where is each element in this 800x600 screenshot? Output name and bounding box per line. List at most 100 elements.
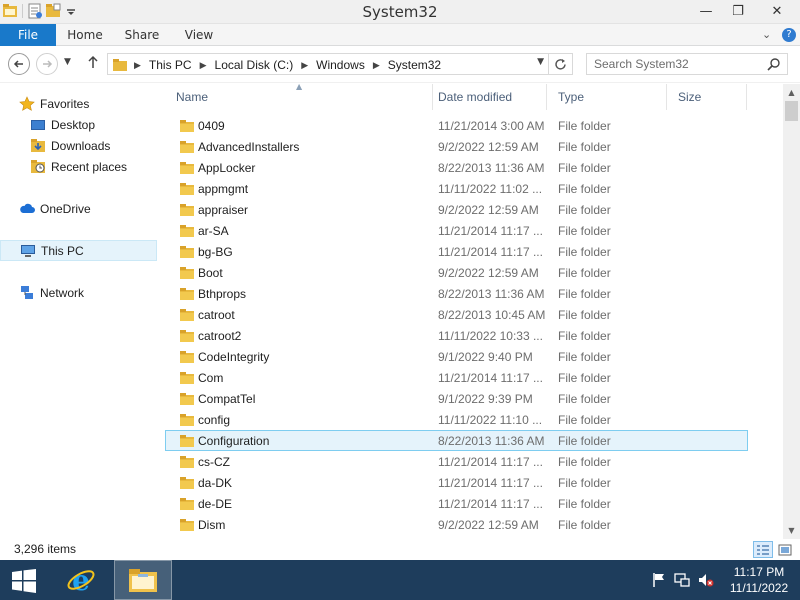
refresh-icon xyxy=(555,58,566,70)
navigation-pane: Favorites Desktop Downloads Recent place… xyxy=(0,84,160,539)
list-item[interactable]: Dism 9/2/2022 12:59 AM File folder xyxy=(165,514,748,535)
list-item[interactable]: config 11/11/2022 11:10 ... File folder xyxy=(165,409,748,430)
file-name: Com xyxy=(198,370,224,385)
nav-this-pc[interactable]: This PC xyxy=(0,240,157,261)
list-item[interactable]: de-DE 11/21/2014 11:17 ... File folder xyxy=(165,493,748,514)
nav-label: This PC xyxy=(41,243,84,258)
vertical-scrollbar[interactable]: ▲ ▼ xyxy=(783,84,800,539)
list-item[interactable]: AdvancedInstallers 9/2/2022 12:59 AM File … xyxy=(165,136,748,157)
list-item[interactable]: catroot 8/22/2013 10:45 AM File folder xyxy=(165,304,748,325)
chevron-right-icon[interactable]: ▶ xyxy=(130,60,145,71)
scroll-down-button[interactable]: ▼ xyxy=(783,522,800,539)
tab-share[interactable]: Share xyxy=(120,24,164,46)
file-name: config xyxy=(198,412,231,427)
breadcrumb-windows[interactable]: Windows xyxy=(312,58,369,72)
list-item[interactable]: AppLocker 8/22/2013 11:36 AM File folder xyxy=(165,157,748,178)
tab-file[interactable]: File xyxy=(0,24,56,46)
nav-favorites[interactable]: Favorites xyxy=(0,93,157,114)
search-icon[interactable] xyxy=(767,57,781,71)
file-type: File folder xyxy=(558,433,611,448)
volume-muted-icon[interactable] xyxy=(698,572,714,588)
list-item[interactable]: 0409 11/21/2014 3:00 AM File folder xyxy=(165,115,748,136)
chevron-right-icon[interactable]: ▶ xyxy=(297,60,312,71)
file-name: cs-CZ xyxy=(198,454,230,469)
maximize-button[interactable]: ❐ xyxy=(722,0,754,22)
close-button[interactable]: ✕ xyxy=(754,0,800,22)
file-name: catroot xyxy=(198,307,235,322)
folder-icon xyxy=(179,182,195,196)
nav-desktop[interactable]: Desktop xyxy=(0,114,157,135)
chevron-right-icon[interactable]: ▶ xyxy=(369,60,384,71)
address-history-dropdown[interactable]: ▼ xyxy=(537,57,544,67)
forward-button[interactable] xyxy=(36,53,58,75)
minimize-button[interactable]: — xyxy=(690,0,722,22)
column-date-modified[interactable]: Date modified xyxy=(427,84,547,110)
nav-network[interactable]: Network xyxy=(0,282,157,303)
start-button[interactable] xyxy=(8,568,40,594)
column-headers: ▲ Name Date modified Type Size xyxy=(165,83,782,110)
window-title: System32 xyxy=(362,3,438,21)
nav-onedrive[interactable]: OneDrive xyxy=(0,198,157,219)
taskbar-clock[interactable]: 11:17 PM 11/11/2022 xyxy=(722,564,796,596)
refresh-button[interactable] xyxy=(549,53,573,75)
chevron-right-icon[interactable]: ▶ xyxy=(196,60,211,71)
list-item[interactable]: appraiser 9/2/2022 12:59 AM File folder xyxy=(165,199,748,220)
search-box[interactable] xyxy=(586,53,788,75)
network-status-icon[interactable] xyxy=(674,572,690,588)
action-center-flag-icon[interactable] xyxy=(651,572,667,588)
back-button[interactable] xyxy=(8,53,30,75)
list-item[interactable]: ar-SA 11/21/2014 11:17 ... File folder xyxy=(165,220,748,241)
file-name: Dism xyxy=(198,517,226,532)
scroll-up-button[interactable]: ▲ xyxy=(783,84,800,101)
up-arrow-icon xyxy=(88,55,98,68)
file-date-modified: 9/2/2022 12:59 AM xyxy=(438,517,539,532)
up-button[interactable] xyxy=(87,55,99,73)
list-item[interactable]: Bthprops 8/22/2013 11:36 AM File folder xyxy=(165,283,748,304)
breadcrumb-local-disk[interactable]: Local Disk (C:) xyxy=(211,58,298,72)
list-item[interactable]: Com 11/21/2014 11:17 ... File folder xyxy=(165,367,748,388)
recent-locations-dropdown[interactable]: ▼ xyxy=(64,57,71,67)
file-name: appmgmt xyxy=(198,181,249,196)
list-item[interactable]: appmgmt 11/11/2022 11:02 ... File folder xyxy=(165,178,748,199)
taskbar-file-explorer[interactable] xyxy=(114,560,172,600)
address-bar[interactable]: ▶ This PC ▶ Local Disk (C:) ▶ Windows ▶ … xyxy=(107,53,549,75)
large-icons-view-button[interactable] xyxy=(775,541,795,558)
list-item[interactable]: bg-BG 11/21/2014 11:17 ... File folder xyxy=(165,241,748,262)
tab-home[interactable]: Home xyxy=(62,24,108,46)
column-name[interactable]: Name xyxy=(165,84,433,110)
list-item[interactable]: Configuration 8/22/2013 11:36 AM File fold… xyxy=(165,430,748,451)
file-type: File folder xyxy=(558,391,611,406)
address-row: ▼ ▶ This PC ▶ Local Disk (C:) ▶ Windows … xyxy=(0,47,800,83)
taskbar-internet-explorer[interactable]: e xyxy=(52,560,110,600)
help-icon[interactable]: ? xyxy=(782,28,796,42)
file-name: 0409 xyxy=(198,118,225,133)
list-item[interactable]: CodeIntegrity 9/1/2022 9:40 PM File folder xyxy=(165,346,748,367)
nav-recent-places[interactable]: Recent places xyxy=(0,156,157,177)
desktop-icon xyxy=(30,117,46,133)
list-item[interactable]: catroot2 11/11/2022 10:33 ... File folder xyxy=(165,325,748,346)
list-item[interactable]: da-DK 11/21/2014 11:17 ... File folder xyxy=(165,472,748,493)
expand-ribbon-icon[interactable]: ⌄ xyxy=(762,24,771,46)
search-input[interactable] xyxy=(587,54,765,74)
cloud-icon xyxy=(19,201,35,217)
scroll-thumb[interactable] xyxy=(785,101,798,121)
breadcrumb-system32[interactable]: System32 xyxy=(384,58,445,72)
tab-view[interactable]: View xyxy=(178,24,220,46)
column-type[interactable]: Type xyxy=(547,84,667,110)
column-size[interactable]: Size xyxy=(667,84,747,110)
details-view-button[interactable] xyxy=(753,541,773,558)
breadcrumb-this-pc[interactable]: This PC xyxy=(145,58,196,72)
back-arrow-icon xyxy=(13,60,23,68)
list-item[interactable]: CompatTel 9/1/2022 9:39 PM File folder xyxy=(165,388,748,409)
file-type: File folder xyxy=(558,496,611,511)
folder-icon xyxy=(179,434,195,448)
file-type: File folder xyxy=(558,412,611,427)
list-item[interactable]: Boot 9/2/2022 12:59 AM File folder xyxy=(165,262,748,283)
file-type: File folder xyxy=(558,118,611,133)
file-date-modified: 9/2/2022 12:59 AM xyxy=(438,265,539,280)
file-name: de-DE xyxy=(198,496,233,511)
nav-downloads[interactable]: Downloads xyxy=(0,135,157,156)
list-item[interactable]: cs-CZ 11/21/2014 11:17 ... File folder xyxy=(165,451,748,472)
file-date-modified: 11/21/2014 11:17 ... xyxy=(438,496,543,511)
large-icons-view-icon xyxy=(778,544,792,555)
